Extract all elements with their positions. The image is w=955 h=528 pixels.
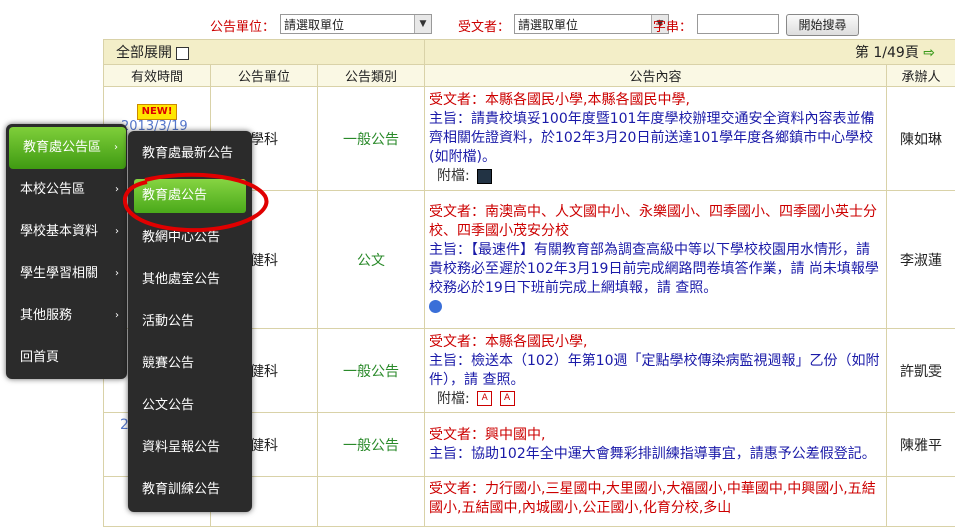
- header-person: 承辦人: [886, 64, 955, 87]
- submenu-item-competitions[interactable]: 競賽公告: [128, 343, 252, 385]
- chevron-right-icon: ›: [115, 268, 119, 279]
- recipients: 受文者：本縣各國民小學,: [429, 333, 588, 350]
- menu-item-label: 學生學習相關: [20, 266, 99, 281]
- header-unit: 公告單位: [210, 64, 318, 87]
- header-valid-time: 有效時間: [103, 64, 211, 87]
- category-cell: 一般公告: [316, 412, 426, 477]
- keyword-label: 字串：: [653, 20, 693, 35]
- category-cell: 一般公告: [316, 328, 426, 413]
- chevron-right-icon: ›: [115, 310, 119, 321]
- unit-select[interactable]: 請選取單位 ▼: [280, 14, 432, 34]
- next-page-icon[interactable]: ⇨: [923, 45, 935, 61]
- submenu-item-data-reports[interactable]: 資料呈報公告: [128, 427, 252, 469]
- menu-item-school-info[interactable]: 學校基本資料 ›: [6, 211, 127, 253]
- menu-item-label: 回首頁: [20, 350, 60, 365]
- subject[interactable]: 主旨：請貴校填妥100年度暨101年度學校辦理交通安全資料內容表並備齊相關佐證資…: [429, 110, 882, 167]
- submenu-item-training[interactable]: 教育訓練公告: [128, 469, 252, 511]
- highlight-annotation: [122, 172, 269, 233]
- pdf-icon[interactable]: A: [499, 391, 515, 406]
- menu-item-label: 其他服務: [20, 308, 73, 323]
- document-icon[interactable]: [477, 168, 493, 184]
- header-content: 公告內容: [424, 64, 888, 87]
- unit-label: 公告單位：: [210, 20, 276, 35]
- submenu-item-activities[interactable]: 活動公告: [128, 301, 252, 343]
- expand-all-label: 全部展開: [116, 45, 172, 61]
- search-bar: 公告單位： 請選取單位 ▼ 受文者： 請選取單位 ▼ 字串： 開始搜尋: [93, 12, 955, 38]
- page-info: 第 1/49頁: [854, 45, 919, 61]
- new-badge: NEW!: [137, 104, 177, 120]
- person-cell: 陳雅平: [886, 412, 955, 477]
- content-cell[interactable]: 受文者：本縣各國民小學, 主旨：檢送本（102）年第10週「定點學校傳染病監視週…: [424, 328, 888, 413]
- content-cell[interactable]: 受文者：本縣各國民小學,本縣各國民中學, 主旨：請貴校填妥100年度暨101年度…: [424, 86, 888, 191]
- menu-item-label: 本校公告區: [20, 182, 86, 197]
- recipient-label: 受文者：: [458, 20, 511, 35]
- chevron-down-icon: ▼: [414, 15, 431, 33]
- subject[interactable]: 主旨：檢送本（102）年第10週「定點學校傳染病監視週報」乙份（如附件），請 查…: [429, 352, 882, 390]
- menu-item-school-notices[interactable]: 本校公告區 ›: [6, 169, 127, 211]
- pdf-icon[interactable]: A: [477, 391, 493, 406]
- content-cell[interactable]: 受文者：南澳高中、人文國中小、永樂國小、四季國小、四季國小英士分校、四季國小茂安…: [424, 190, 888, 329]
- submenu-item-other-offices[interactable]: 其他處室公告: [128, 259, 252, 301]
- category-cell: 一般公告: [316, 86, 426, 191]
- recipients: 受文者：力行國小,三星國中,大里國小,大福國小,中華國中,中興國小,五結國小,五…: [429, 481, 876, 516]
- subject[interactable]: 主旨：協助102年全中運大會舞彩排訓練指導事宜，請惠予公差假登記。: [429, 445, 882, 464]
- attachment-label: 附檔:: [437, 168, 470, 184]
- keyword-input[interactable]: [697, 14, 779, 34]
- chevron-right-icon: ›: [114, 142, 118, 153]
- submenu-item-official-docs[interactable]: 公文公告: [128, 385, 252, 427]
- expand-all-cell: 全部展開: [102, 39, 426, 65]
- menu-item-home[interactable]: 回首頁: [6, 337, 127, 379]
- menu-item-label: 教育處公告區: [23, 140, 102, 155]
- recipient-select-value: 請選取單位: [518, 18, 579, 32]
- menu-item-student-learning[interactable]: 學生學習相關 ›: [6, 253, 127, 295]
- content-cell[interactable]: 受文者：力行國小,三星國中,大里國小,大福國小,中華國中,中興國小,五結國小,五…: [424, 476, 888, 527]
- highlight-circle: [122, 172, 269, 233]
- main-menu: 教育處公告區 › 本校公告區 › 學校基本資料 › 學生學習相關 › 其他服務 › 回首頁: [6, 124, 127, 379]
- person-cell: 李淑蓮: [886, 190, 955, 329]
- menu-item-label: 學校基本資料: [20, 224, 99, 239]
- attachment-label: 附檔:: [437, 390, 470, 407]
- person-cell: 許凱雯: [886, 328, 955, 413]
- search-button[interactable]: 開始搜尋: [786, 14, 859, 36]
- category-cell: 公文: [316, 190, 426, 329]
- subject[interactable]: 主旨：【最速件】有關教育部為調查高級中等以下學校校園用水情形，請 貴校務必至遲於…: [429, 241, 882, 298]
- recipients: 受文者：南澳高中、人文國中小、永樂國小、四季國小、四季國小英士分校、四季國小茂安…: [429, 203, 878, 239]
- menu-item-education-notices[interactable]: 教育處公告區 ›: [9, 127, 126, 169]
- checkbox[interactable]: [176, 46, 190, 60]
- pagination: 第 1/49頁 ⇨: [424, 39, 955, 65]
- menu-item-other-services[interactable]: 其他服務 ›: [6, 295, 127, 337]
- unit-select-value: 請選取單位: [284, 18, 345, 32]
- header-category: 公告類別: [316, 64, 426, 87]
- recipients: 受文者：本縣各國民小學,本縣各國民中學,: [429, 92, 690, 108]
- ie-link-icon[interactable]: [429, 300, 443, 313]
- recipient-select[interactable]: 請選取單位 ▼: [514, 14, 669, 34]
- person-cell: 陳如琳: [886, 86, 955, 191]
- recipients: 受文者：興中國中,: [429, 426, 546, 443]
- content-cell[interactable]: 受文者：興中國中, 主旨：協助102年全中運大會舞彩排訓練指導事宜，請惠予公差假…: [424, 412, 888, 477]
